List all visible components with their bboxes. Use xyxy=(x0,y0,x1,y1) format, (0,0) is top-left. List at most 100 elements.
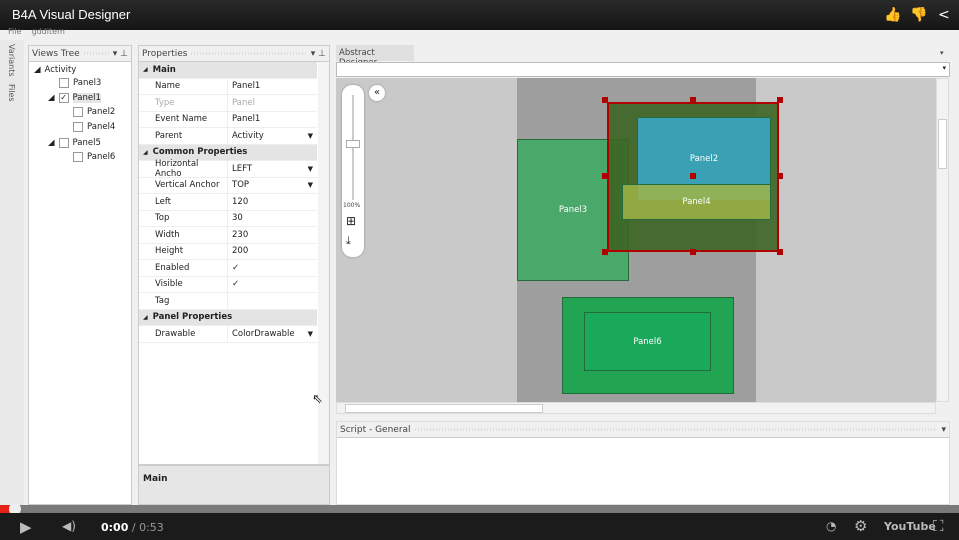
chevron-down-icon[interactable]: ▾ xyxy=(941,425,946,435)
property-row[interactable]: Parent Activity ▼ xyxy=(139,128,317,145)
collapse-icon[interactable]: ◢ xyxy=(143,314,148,321)
download-icon[interactable]: ⤓ xyxy=(346,234,351,248)
checkbox[interactable] xyxy=(58,138,69,148)
property-row[interactable]: Type Panel xyxy=(139,95,317,112)
zoom-slider-thumb[interactable] xyxy=(346,140,360,148)
checkbox[interactable] xyxy=(73,107,83,117)
property-description: Main xyxy=(138,465,330,505)
property-value[interactable]: Panel1 xyxy=(227,111,317,127)
pin-icon[interactable]: ▾ ⊥ xyxy=(311,49,326,59)
youtube-logo[interactable]: YouTube xyxy=(884,520,936,533)
property-row[interactable]: Horizontal Ancho LEFT ▼ xyxy=(139,159,317,179)
property-row[interactable]: Left 120 xyxy=(139,194,317,211)
panel-label: Panel4 xyxy=(682,197,711,207)
panel-label: Panel3 xyxy=(558,205,588,215)
variant-dropdown[interactable]: ▾ xyxy=(336,62,950,77)
panel4-view[interactable]: Panel4 xyxy=(622,184,771,220)
checkbox[interactable] xyxy=(73,122,83,132)
property-value[interactable]: 30 xyxy=(227,210,317,226)
horizontal-scrollbar[interactable] xyxy=(336,402,936,414)
video-progress-bar[interactable] xyxy=(0,503,959,515)
property-row[interactable]: Height 200 xyxy=(139,243,317,260)
property-row[interactable]: Top 30 xyxy=(139,210,317,227)
property-value[interactable]: Activity ▼ xyxy=(227,128,317,144)
chevron-down-icon: ▾ xyxy=(942,64,946,72)
resize-handle[interactable] xyxy=(690,249,696,255)
tree-item-panel4[interactable]: Panel4 xyxy=(73,122,115,132)
property-value[interactable]: 230 xyxy=(227,227,317,243)
tree-item-panel5[interactable]: ◢ Panel5 xyxy=(48,138,101,148)
collapse-icon[interactable]: « xyxy=(369,85,385,101)
share-icon[interactable]: < xyxy=(938,7,950,23)
resize-handle[interactable] xyxy=(602,249,608,255)
checkbox[interactable] xyxy=(73,152,83,162)
expand-icon[interactable]: ◢ xyxy=(48,138,55,148)
chevron-down-icon[interactable]: ▼ xyxy=(308,330,313,338)
resize-handle[interactable] xyxy=(777,97,783,103)
vertical-scrollbar[interactable] xyxy=(936,78,949,402)
mouse-cursor-icon: ⇖ xyxy=(312,392,323,407)
collapse-icon[interactable]: ◢ xyxy=(143,149,148,156)
property-value[interactable]: Panel1 xyxy=(227,78,317,94)
resize-handle[interactable] xyxy=(777,173,783,179)
checkbox[interactable] xyxy=(59,78,69,88)
tree-item-panel2[interactable]: Panel2 xyxy=(73,107,115,117)
expand-icon[interactable]: ◢ xyxy=(48,93,55,103)
property-value[interactable]: ✓ xyxy=(227,260,317,276)
thumbs-down-icon[interactable]: 👎 xyxy=(910,7,927,23)
resize-handle[interactable] xyxy=(777,249,783,255)
tab-variants[interactable]: Variants xyxy=(7,44,16,77)
property-value[interactable]: Panel xyxy=(227,95,317,111)
pin-icon[interactable]: ▾ ⊥ xyxy=(113,49,128,59)
thumbs-up-icon[interactable]: 👍 xyxy=(884,7,901,23)
checkbox[interactable]: ✓ xyxy=(58,93,69,103)
tab-files[interactable]: Files xyxy=(7,84,16,102)
gear-icon[interactable]: ⚙ xyxy=(854,517,867,535)
property-row[interactable]: Drawable ColorDrawable ▼ xyxy=(139,326,317,343)
property-value[interactable]: TOP ▼ xyxy=(227,177,317,193)
designer-canvas[interactable]: Panel3 Panel2 Panel4 Panel6 xyxy=(336,78,936,402)
tree-item-panel3[interactable]: Panel3 xyxy=(59,78,101,88)
panel6-view[interactable]: Panel6 xyxy=(584,312,711,371)
property-value[interactable]: ✓ xyxy=(227,276,317,292)
fullscreen-icon[interactable]: ⛶ xyxy=(933,517,944,535)
tab-abstract-designer[interactable]: Abstract Designer xyxy=(336,45,414,68)
video-title[interactable]: B4A Visual Designer xyxy=(12,7,130,22)
property-value[interactable]: LEFT ▼ xyxy=(227,161,317,177)
resize-handle[interactable] xyxy=(602,173,608,179)
property-value[interactable]: 120 xyxy=(227,194,317,210)
property-row[interactable]: Enabled ✓ xyxy=(139,260,317,277)
scroll-thumb[interactable] xyxy=(345,404,543,413)
tree-item-panel6[interactable]: Panel6 xyxy=(73,152,115,162)
resize-handle[interactable] xyxy=(690,97,696,103)
menu-file[interactable]: File xyxy=(8,27,21,36)
property-row[interactable]: Tag xyxy=(139,293,317,310)
property-value[interactable]: ColorDrawable ▼ xyxy=(227,326,317,342)
zoom-level: 100% xyxy=(343,202,361,209)
tree-item-panel1[interactable]: ◢ ✓ Panel1 xyxy=(48,93,101,103)
play-icon[interactable]: ▶ xyxy=(20,518,32,536)
chevron-down-icon[interactable]: ▼ xyxy=(308,181,313,189)
property-value[interactable] xyxy=(227,293,317,309)
property-row[interactable]: Vertical Anchor TOP ▼ xyxy=(139,177,317,194)
property-row[interactable]: Event Name Panel1 xyxy=(139,111,317,128)
resize-handle[interactable] xyxy=(602,97,608,103)
tree-item-activity[interactable]: ◢ Activity xyxy=(34,65,76,75)
fit-icon[interactable]: ⊞ xyxy=(346,214,356,228)
watch-later-icon[interactable]: ◔ xyxy=(826,519,836,533)
property-row[interactable]: Name Panel1 xyxy=(139,78,317,95)
property-value[interactable]: 200 xyxy=(227,243,317,259)
property-row[interactable]: Width 230 xyxy=(139,227,317,244)
move-handle[interactable] xyxy=(690,173,696,179)
expand-icon[interactable]: ◢ xyxy=(34,65,41,75)
chevron-down-icon[interactable]: ▾ xyxy=(940,49,944,57)
chevron-down-icon[interactable]: ▼ xyxy=(308,132,313,140)
collapse-icon[interactable]: ◢ xyxy=(143,66,148,73)
scroll-thumb[interactable] xyxy=(938,119,947,169)
menu-item[interactable]: gdditem xyxy=(32,27,65,36)
property-row[interactable]: Visible ✓ xyxy=(139,276,317,293)
chevron-down-icon[interactable]: ▼ xyxy=(308,165,313,173)
volume-icon[interactable]: ◀) xyxy=(62,519,76,533)
video-title-bar: B4A Visual Designer 👍 👎 < xyxy=(0,0,959,30)
tree-label: Panel4 xyxy=(87,122,116,132)
